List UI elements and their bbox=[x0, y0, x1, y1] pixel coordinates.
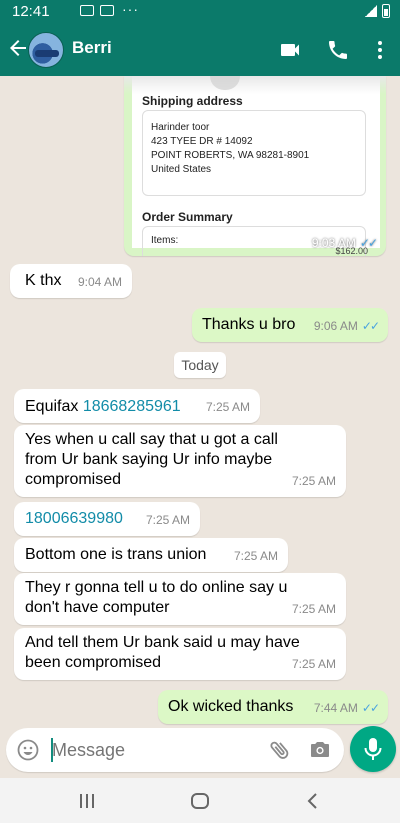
image-fade bbox=[124, 76, 386, 94]
shipping-address-box: Harinder toor 423 TYEE DR # 14092 POINT … bbox=[142, 110, 366, 196]
back-arrow-icon[interactable] bbox=[6, 36, 30, 60]
message-time: 7:25 AM bbox=[291, 657, 336, 671]
home-icon[interactable] bbox=[189, 790, 211, 812]
battery-icon bbox=[382, 4, 390, 18]
shipping-address-heading: Shipping address bbox=[142, 94, 243, 108]
status-bar: 12:41 ··· bbox=[0, 0, 400, 24]
back-nav-icon[interactable] bbox=[302, 790, 324, 812]
more-vert-icon[interactable] bbox=[368, 38, 392, 62]
avatar[interactable] bbox=[28, 32, 64, 68]
message-time: 7:25 AM bbox=[233, 549, 278, 563]
system-icons bbox=[365, 4, 390, 18]
message-text: Equifax 18668285961 bbox=[25, 398, 181, 415]
attach-icon[interactable] bbox=[268, 738, 292, 762]
notification-icons bbox=[80, 5, 114, 16]
message-text: Thanks u bro bbox=[202, 316, 296, 333]
message-text: And tell them Ur bank said u may have be… bbox=[25, 634, 300, 671]
phone-icon[interactable] bbox=[326, 38, 350, 62]
message-time: 7:25 AM bbox=[291, 602, 336, 616]
message-time: 9:04 AM bbox=[77, 275, 122, 289]
message-time: 7:25 AM bbox=[145, 513, 190, 527]
contact-name[interactable]: Berri bbox=[72, 38, 112, 58]
message-text: Ok wicked thanks bbox=[168, 698, 294, 715]
signal-icon bbox=[365, 5, 377, 17]
message-text: Yes when u call say that u got a call fr… bbox=[25, 431, 278, 488]
incoming-message[interactable]: They r gonna tell u to do online say u d… bbox=[14, 573, 346, 625]
incoming-message[interactable]: And tell them Ur bank said u may have be… bbox=[14, 628, 346, 680]
emoji-icon[interactable] bbox=[16, 738, 40, 762]
more-notifications-icon: ··· bbox=[122, 1, 139, 17]
message-composer bbox=[6, 728, 344, 772]
mail-notification-icon bbox=[80, 5, 94, 16]
message-text: K thx bbox=[25, 272, 62, 289]
chat-header: Berri bbox=[0, 24, 400, 76]
date-chip: Today bbox=[174, 352, 226, 378]
status-time: 12:41 bbox=[12, 3, 50, 20]
message-text: They r gonna tell u to do online say u d… bbox=[25, 579, 288, 616]
address-line: United States bbox=[151, 164, 212, 175]
mic-button[interactable] bbox=[350, 726, 396, 772]
message-meta: 9:06 AM ✓✓ bbox=[314, 316, 380, 336]
read-ticks-icon: ✓✓ bbox=[359, 236, 378, 250]
phone-number-link[interactable]: 18668285961 bbox=[83, 398, 181, 415]
read-ticks-icon: ✓✓ bbox=[361, 701, 380, 715]
app-notification-icon bbox=[100, 5, 114, 16]
address-line: Harinder toor bbox=[151, 122, 210, 133]
order-summary-heading: Order Summary bbox=[142, 210, 233, 224]
address-line: POINT ROBERTS, WA 98281-8901 bbox=[151, 150, 310, 161]
message-time: 7:25 AM bbox=[205, 400, 250, 414]
read-ticks-icon: ✓✓ bbox=[361, 319, 380, 333]
message-time: 9:03 AM ✓✓ bbox=[311, 236, 378, 250]
incoming-message[interactable]: Bottom one is trans union 7:25 AM bbox=[14, 538, 288, 572]
incoming-message[interactable]: Equifax 18668285961 7:25 AM bbox=[14, 389, 260, 423]
message-meta: 7:44 AM ✓✓ bbox=[314, 698, 380, 718]
recent-apps-icon[interactable] bbox=[76, 790, 98, 812]
outgoing-message[interactable]: Thanks u bro 9:06 AM ✓✓ bbox=[192, 308, 388, 342]
camera-icon[interactable] bbox=[308, 738, 332, 762]
system-nav-bar bbox=[0, 778, 400, 823]
chat-area[interactable]: Shipping address Harinder toor 423 TYEE … bbox=[0, 76, 400, 726]
receipt-image-message[interactable]: Shipping address Harinder toor 423 TYEE … bbox=[124, 76, 386, 256]
incoming-message[interactable]: K thx 9:04 AM bbox=[10, 264, 132, 298]
message-input[interactable] bbox=[52, 738, 252, 762]
address-line: 423 TYEE DR # 14092 bbox=[151, 136, 253, 147]
receipt-image: Shipping address Harinder toor 423 TYEE … bbox=[132, 76, 380, 256]
incoming-message[interactable]: 18006639980 7:25 AM bbox=[14, 502, 200, 536]
incoming-message[interactable]: Yes when u call say that u got a call fr… bbox=[14, 425, 346, 497]
message-time: 7:25 AM bbox=[291, 474, 336, 488]
phone-number-link[interactable]: 18006639980 bbox=[25, 509, 123, 529]
items-label: Items: bbox=[151, 235, 179, 246]
video-call-icon[interactable] bbox=[278, 38, 302, 62]
mic-icon bbox=[364, 738, 382, 760]
outgoing-message[interactable]: Ok wicked thanks 7:44 AM ✓✓ bbox=[158, 690, 388, 724]
message-text: Bottom one is trans union bbox=[25, 546, 207, 563]
